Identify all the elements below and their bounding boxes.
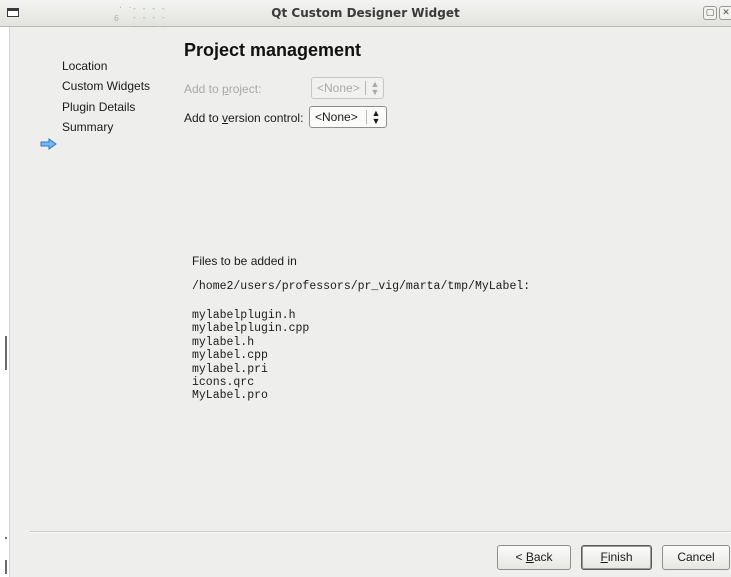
cancel-button[interactable]: Cancel <box>662 545 730 570</box>
window-titlebar[interactable]: . . - - - - - - - - - - - - - - - - - - … <box>0 0 731 49</box>
file-list: mylabelplugin.h mylabelplugin.cpp mylabe… <box>192 309 309 403</box>
step-summary: Summary <box>62 120 114 134</box>
step-plugin-details: Plugin Details <box>62 100 136 114</box>
add-to-version-control-combo[interactable]: <None> ▲ ▼ <box>309 106 387 128</box>
list-item: mylabelplugin.cpp <box>192 322 310 336</box>
add-to-version-control-value: <None> <box>315 110 358 124</box>
list-item: mylabelplugin.h <box>192 309 296 322</box>
list-item: mylabel.cpp <box>192 349 268 363</box>
window-title: Qt Custom Designer Widget <box>271 6 460 20</box>
back-button[interactable]: < Back <box>497 545 571 570</box>
page-title: Project management <box>184 40 362 60</box>
left-window-edge <box>0 27 10 577</box>
edge-mark <box>5 560 7 574</box>
close-icon[interactable]: ✕ <box>719 6 731 20</box>
wizard-dialog: Location Custom Widgets Plugin Details S… <box>10 27 731 577</box>
files-caption: Files to be added in <box>192 254 297 268</box>
list-item: icons.qrc <box>192 376 255 390</box>
button-separator <box>30 531 730 533</box>
edge-mark <box>5 537 7 539</box>
updown-arrows-icon: ▲ ▼ <box>370 79 380 97</box>
step-location: Location <box>62 59 108 73</box>
list-item: mylabel.pri <box>192 362 268 376</box>
finish-button[interactable]: Finish <box>581 545 652 570</box>
list-item: MyLabel.pro <box>192 389 268 403</box>
add-to-project-value: <None> <box>317 81 360 95</box>
step-custom-widgets: Custom Widgets <box>62 79 151 93</box>
updown-arrows-icon: ▲ ▼ <box>371 108 381 126</box>
add-to-project-label: Add to project: <box>184 82 262 96</box>
add-to-project-combo[interactable]: <None> ▲ ▼ <box>311 77 384 99</box>
list-item: mylabel.h <box>192 335 255 349</box>
files-path: /home2/users/professors/pr_vig/marta/tmp… <box>192 280 531 293</box>
edge-mark <box>5 336 7 370</box>
arrow-right-icon <box>40 138 57 150</box>
maximize-icon[interactable]: ▢ <box>703 6 717 20</box>
add-to-version-control-label: Add to version control: <box>184 111 304 125</box>
